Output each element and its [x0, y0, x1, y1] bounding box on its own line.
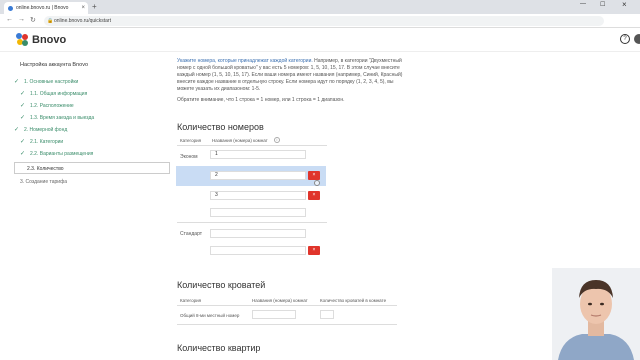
- webcam-overlay: [552, 268, 640, 360]
- beds-col-names: Названия (номера) комнат: [252, 298, 308, 303]
- url-text: online.bnovo.ru/quickstart: [54, 18, 111, 24]
- sidebar-item-label: 1.2. Расположение: [30, 103, 74, 109]
- check-icon: ✓: [20, 151, 26, 157]
- divider: [177, 145, 327, 146]
- sidebar-item-location[interactable]: ✓ 1.2. Расположение: [14, 100, 170, 112]
- bed-count-input[interactable]: [320, 310, 334, 319]
- room-name-input[interactable]: 1: [210, 150, 306, 159]
- room-name-input[interactable]: 3: [210, 191, 306, 200]
- bnovo-logo[interactable]: Bnovo: [16, 33, 66, 46]
- info-icon[interactable]: i: [274, 137, 280, 143]
- divider: [177, 324, 397, 325]
- sidebar-item-quantity[interactable]: 2.3. Количество: [14, 162, 170, 174]
- rooms-col-category: Категория: [180, 138, 202, 143]
- intro-highlight: Укажите номера, которые принадлежат кажд…: [177, 58, 313, 64]
- sidebar-item-checkin-time[interactable]: ✓ 1.3. Время заезда и выезда: [14, 112, 170, 124]
- sidebar-item-basic-settings[interactable]: ✓ 1. Основные настройки: [14, 76, 170, 88]
- setup-sidebar: Настройка аккаунта Bnovo ✓ 1. Основные на…: [14, 58, 170, 188]
- logo-mark-icon: [16, 33, 29, 46]
- room-name-input[interactable]: [210, 208, 306, 217]
- sidebar-item-room-stock[interactable]: ✓ 2. Номерной фонд: [14, 124, 170, 136]
- sidebar-item-placement-options[interactable]: ✓ 2.2. Варианты размещения: [14, 148, 170, 160]
- beds-col-category: Категория: [180, 298, 202, 303]
- sidebar-item-label: 1. Основные настройки: [24, 79, 79, 85]
- check-icon: ✓: [20, 91, 26, 97]
- check-icon: ✓: [20, 139, 26, 145]
- tab-close-icon[interactable]: ×: [81, 2, 85, 14]
- divider: [177, 305, 397, 306]
- back-icon[interactable]: ←: [6, 16, 13, 23]
- browser-tab[interactable]: online.bnovo.ru | Bnovo ×: [4, 2, 88, 14]
- tab-title: online.bnovo.ru | Bnovo: [16, 5, 69, 11]
- category-label-standard: Стандарт: [180, 231, 203, 237]
- beds-heading: Количество кроватей: [177, 280, 266, 290]
- window-close-icon[interactable]: ×: [622, 0, 627, 9]
- maximize-icon[interactable]: ☐: [600, 1, 605, 8]
- check-icon: ✓: [20, 103, 26, 109]
- sidebar-item-label: 2.3. Количество: [27, 166, 64, 172]
- rooms-col-names: Названия (номера) комнат: [212, 138, 268, 143]
- category-label-econom: Эконом: [180, 154, 198, 160]
- logo-text: Bnovo: [32, 33, 67, 46]
- app-header: Bnovo ?: [0, 28, 640, 52]
- avatar[interactable]: [634, 34, 640, 44]
- address-bar-row: ← → ↻ 🔒 online.bnovo.ru/quickstart: [0, 14, 640, 28]
- check-icon: ✓: [14, 127, 20, 133]
- beds-col-count: Количество кроватей в комнате: [320, 298, 387, 303]
- sidebar-item-general-info[interactable]: ✓ 1.1. Общая информация: [14, 88, 170, 100]
- presenter-figure: [552, 268, 640, 360]
- browser-tab-strip: online.bnovo.ru | Bnovo × + — ☐ ×: [0, 0, 640, 14]
- sidebar-item-label: 2.2. Варианты размещения: [30, 151, 94, 157]
- check-icon: ✓: [14, 79, 20, 85]
- url-field[interactable]: 🔒 online.bnovo.ru/quickstart: [44, 16, 604, 26]
- forward-icon[interactable]: →: [18, 16, 25, 23]
- new-tab-button[interactable]: +: [92, 2, 97, 12]
- minimize-icon[interactable]: —: [580, 1, 586, 7]
- cursor-icon: [314, 180, 320, 186]
- note-text: Обратите внимание, что 1 строка = 1 номе…: [177, 97, 345, 103]
- delete-room-button[interactable]: ×: [308, 191, 320, 200]
- room-name-input[interactable]: 2: [210, 171, 306, 180]
- sidebar-item-label: 2. Номерной фонд: [24, 127, 68, 133]
- sidebar-item-create-rate[interactable]: 3. Создание тарифа: [14, 176, 170, 188]
- apartments-heading: Количество квартир: [177, 343, 261, 353]
- divider: [177, 222, 327, 223]
- reload-icon[interactable]: ↻: [30, 16, 36, 24]
- main-content: Укажите номера, которые принадлежат кажд…: [177, 58, 407, 103]
- beds-row-label: Общий 8-ми местный номер: [180, 313, 240, 318]
- room-name-input[interactable]: [210, 246, 306, 255]
- bed-room-name-input[interactable]: [252, 310, 296, 319]
- delete-room-button[interactable]: ×: [308, 246, 320, 255]
- rooms-heading: Количество номеров: [177, 122, 264, 132]
- delete-room-button[interactable]: ×: [308, 171, 320, 180]
- sidebar-item-label: 1.3. Время заезда и выезда: [30, 115, 95, 121]
- intro-text: Укажите номера, которые принадлежат кажд…: [177, 58, 407, 93]
- lock-icon: 🔒: [47, 18, 54, 24]
- sidebar-item-label: 2.1. Категории: [30, 139, 64, 145]
- help-icon[interactable]: ?: [620, 34, 630, 44]
- favicon-icon: [8, 6, 13, 11]
- sidebar-item-label: 1.1. Общая информация: [30, 91, 88, 97]
- sidebar-title: Настройка аккаунта Bnovo: [20, 62, 89, 68]
- sidebar-item-label: 3. Создание тарифа: [20, 179, 67, 185]
- check-icon: ✓: [20, 115, 26, 121]
- sidebar-item-categories[interactable]: ✓ 2.1. Категории: [14, 136, 170, 148]
- room-name-input[interactable]: [210, 229, 306, 238]
